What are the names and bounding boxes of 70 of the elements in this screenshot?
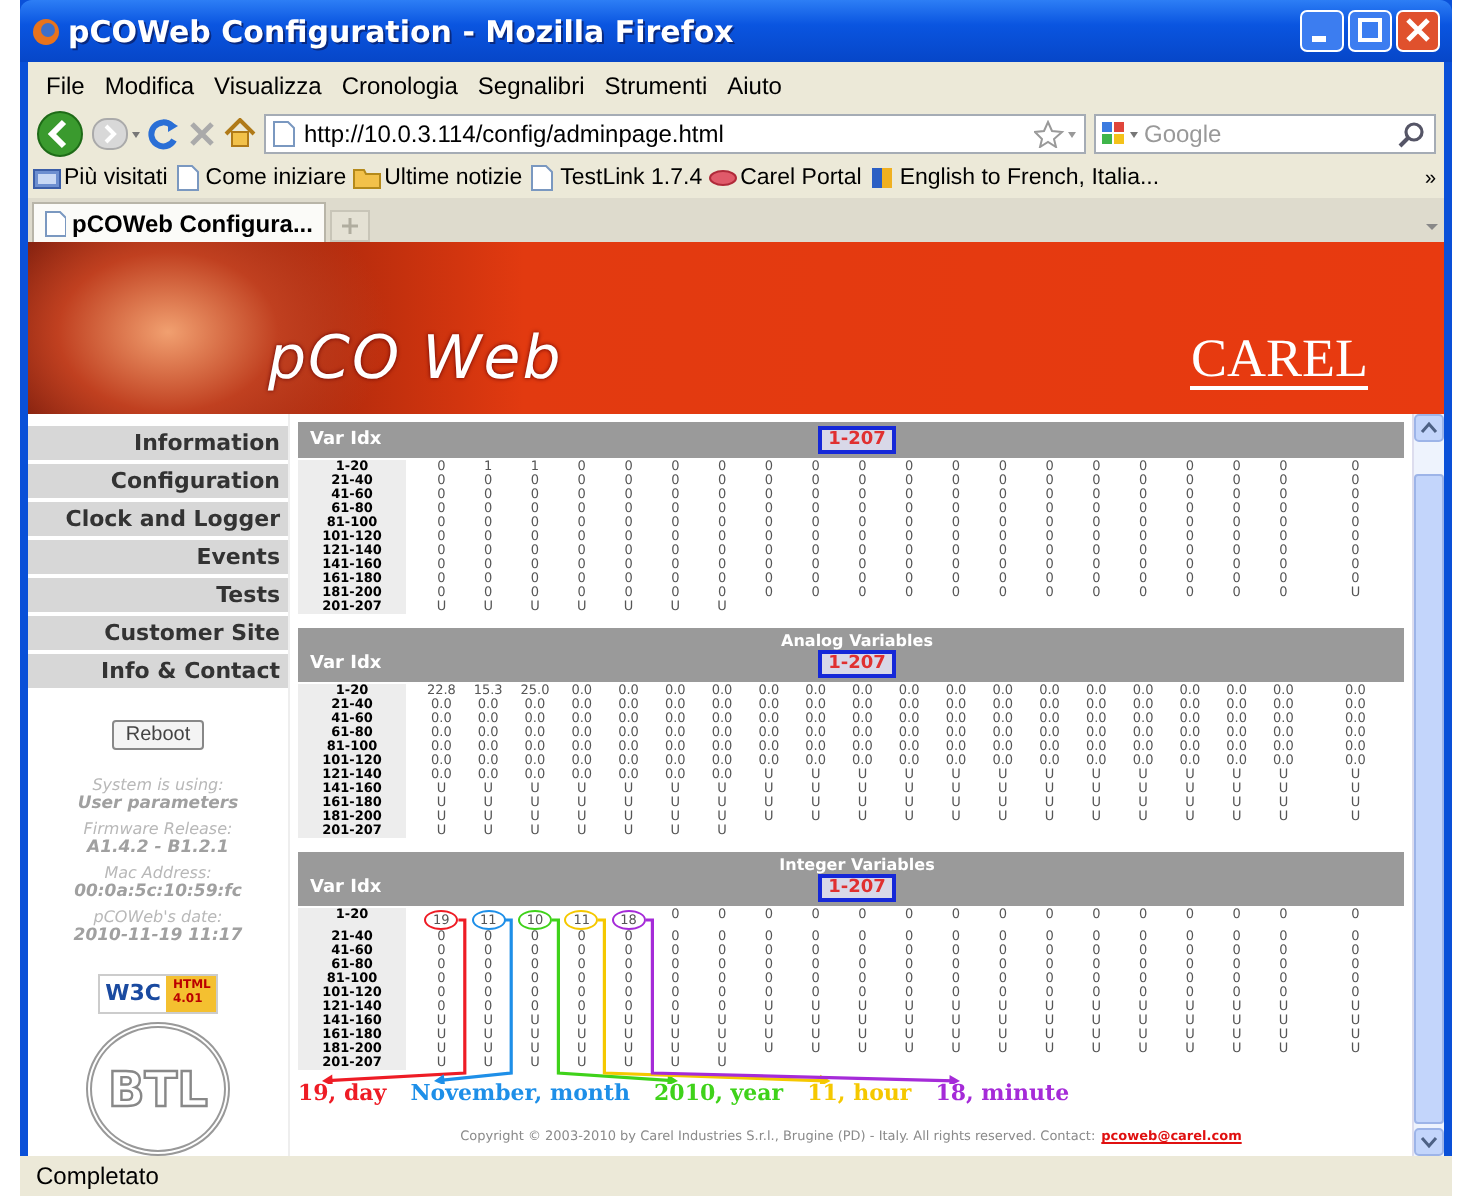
page-icon — [272, 119, 296, 147]
sidebar-item[interactable]: Configuration — [28, 464, 288, 498]
star-icon[interactable] — [1034, 119, 1078, 147]
browser-tab[interactable]: pCOWeb Configura... — [32, 202, 327, 242]
info-label: pCOWeb's date: — [91, 908, 225, 926]
page-icon — [173, 164, 204, 192]
column-heading: Var Idx — [310, 430, 384, 450]
flag-icon — [867, 164, 898, 192]
brand-logo: CAREL — [1190, 332, 1368, 390]
page-icon — [42, 209, 66, 237]
menu-item[interactable]: Cronologia — [331, 71, 468, 99]
menu-item[interactable]: Segnalibri — [467, 71, 595, 99]
info-value: 00:0a:5c:10:59:fc — [72, 882, 244, 902]
bookmark-item[interactable]: TestLink 1.7.4 — [528, 164, 709, 192]
scroll-down-icon[interactable] — [1414, 1128, 1444, 1156]
annotation-label: 11, hour — [807, 1082, 912, 1106]
bookmark-item[interactable]: Più visitati — [32, 164, 174, 192]
sidebar-item[interactable]: Events — [28, 540, 288, 574]
annotation-label: 2010, year — [654, 1082, 784, 1106]
annotation-label: 18, minute — [935, 1082, 1070, 1106]
column-heading: Var Idx — [310, 878, 384, 898]
scrollbar[interactable] — [1412, 414, 1444, 1156]
search-icon[interactable] — [1398, 119, 1426, 147]
sidebar-item[interactable]: Tests — [28, 578, 288, 612]
window-title: pCOWeb Configuration - Mozilla Firefox — [68, 13, 736, 49]
menu-item[interactable]: Strumenti — [594, 71, 718, 99]
sidebar-item[interactable]: Clock and Logger — [28, 502, 288, 536]
annotation-label: 19, day — [298, 1082, 387, 1106]
close-icon[interactable] — [1396, 10, 1440, 52]
column-heading: Var Idx — [310, 654, 384, 674]
sidebar-item[interactable]: Customer Site — [28, 616, 288, 650]
folder-icon — [352, 164, 383, 192]
page-icon — [528, 164, 559, 192]
search-engine-icon[interactable] — [1100, 119, 1140, 147]
table-title: Analog Variables — [779, 632, 935, 650]
overflow-chevron[interactable]: » — [1424, 167, 1444, 189]
info-label: Mac Address: — [102, 864, 214, 882]
info-value: 2010-11-19 11:17 — [71, 926, 245, 946]
status-bar: Completato — [20, 1156, 1452, 1196]
maximize-icon[interactable] — [1348, 10, 1392, 52]
search-field[interactable]: Google — [1094, 113, 1436, 153]
menu-item[interactable]: Visualizza — [204, 71, 332, 99]
table-title: Integer Variables — [777, 856, 937, 874]
reload-icon[interactable] — [148, 117, 180, 149]
firefox-icon — [32, 17, 60, 45]
home-icon[interactable] — [224, 118, 256, 148]
bookmark-item[interactable]: English to French, Italia... — [867, 164, 1166, 192]
reboot-button[interactable]: Reboot — [111, 720, 205, 750]
product-logo: pCO Web — [268, 324, 563, 394]
scroll-thumb[interactable] — [1414, 474, 1444, 1124]
sidebar-item[interactable]: Info & Contact — [28, 654, 288, 688]
back-icon[interactable] — [36, 109, 84, 157]
smart-folder-icon — [32, 164, 62, 192]
badge-text: W3C — [99, 976, 167, 1012]
info-label: System is using: — [90, 776, 226, 794]
bookmark-item[interactable]: Come iniziare — [173, 164, 353, 192]
menu-item[interactable]: Modifica — [94, 71, 205, 99]
address-field[interactable]: http://10.0.3.114/config/adminpage.html — [264, 113, 1086, 153]
scroll-up-icon[interactable] — [1414, 414, 1444, 442]
info-value: User parameters — [75, 794, 241, 814]
menu-item[interactable]: File — [36, 71, 95, 99]
bookmark-item[interactable]: Carel Portal — [708, 164, 868, 192]
info-value: A1.4.2 - B1.2.1 — [84, 838, 231, 858]
seal-text: BTL — [108, 1061, 208, 1117]
info-label: Firmware Release: — [81, 820, 235, 838]
annotation-label: November, month — [410, 1082, 631, 1106]
menu-item[interactable]: Aiuto — [717, 71, 792, 99]
bookmark-item[interactable]: Ultime notizie — [352, 164, 529, 192]
minimize-icon[interactable] — [1300, 10, 1344, 52]
sidebar-item[interactable]: Information — [28, 426, 288, 460]
